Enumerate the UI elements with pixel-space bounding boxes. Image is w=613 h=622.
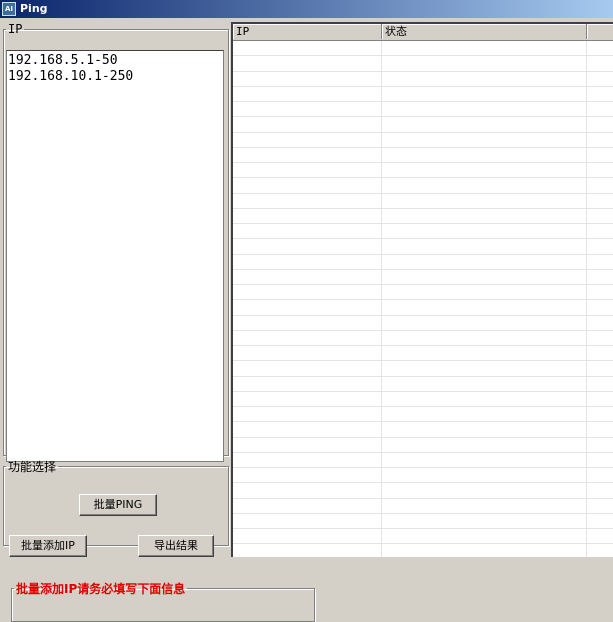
function-group: 功能选择 批量PING 批量添加IP 导出结果 <box>3 458 229 557</box>
table-row[interactable] <box>233 483 613 499</box>
ip-entry: 192.168.10.1-250 <box>8 69 134 84</box>
table-row[interactable] <box>233 376 613 392</box>
ip-list-textarea[interactable]: 192.168.5.1-50 192.168.10.1-250 <box>6 50 224 462</box>
window-title: Ping <box>20 2 48 15</box>
table-row[interactable] <box>233 208 613 224</box>
table-row[interactable] <box>233 254 613 270</box>
table-row[interactable] <box>233 468 613 484</box>
table-header: IP 状态 <box>233 24 613 41</box>
table-row[interactable] <box>233 41 613 57</box>
ip-entry: 192.168.5.1-50 <box>8 53 118 68</box>
batch-add-ip-button[interactable]: 批量添加IP <box>9 535 87 557</box>
table-row[interactable] <box>233 86 613 102</box>
table-row[interactable] <box>233 330 613 346</box>
table-row[interactable] <box>233 407 613 423</box>
table-row[interactable] <box>233 422 613 438</box>
table-row[interactable] <box>233 346 613 362</box>
table-row[interactable] <box>233 147 613 163</box>
table-row[interactable] <box>233 193 613 209</box>
table-row[interactable] <box>233 239 613 255</box>
table-row[interactable] <box>233 437 613 453</box>
batch-add-group: 批量添加IP请务必填写下面信息 <box>11 580 315 622</box>
column-header-extra[interactable] <box>587 24 613 39</box>
table-row[interactable] <box>233 117 613 133</box>
ip-group-legend: IP <box>8 22 23 36</box>
export-results-button[interactable]: 导出结果 <box>138 535 214 557</box>
title-bar[interactable]: AI Ping <box>0 0 613 18</box>
table-row[interactable] <box>233 361 613 377</box>
table-row[interactable] <box>233 56 613 72</box>
table-row[interactable] <box>233 529 613 545</box>
batch-ping-button[interactable]: 批量PING <box>79 494 157 516</box>
column-header-ip[interactable]: IP <box>233 24 382 39</box>
table-row[interactable] <box>233 452 613 468</box>
table-row[interactable] <box>233 285 613 301</box>
column-header-status[interactable]: 状态 <box>382 24 587 39</box>
table-row[interactable] <box>233 269 613 285</box>
table-row[interactable] <box>233 391 613 407</box>
table-row[interactable] <box>233 163 613 179</box>
table-row[interactable] <box>233 224 613 240</box>
function-group-legend: 功能选择 <box>8 460 57 474</box>
table-row[interactable] <box>233 544 613 557</box>
table-row[interactable] <box>233 315 613 331</box>
app-icon: AI <box>2 2 16 16</box>
table-row[interactable] <box>233 102 613 118</box>
table-row[interactable] <box>233 513 613 529</box>
results-table[interactable]: IP 状态 <box>231 22 613 557</box>
table-row[interactable] <box>233 132 613 148</box>
ip-group: IP 192.168.5.1-50 192.168.10.1-250 <box>3 22 229 462</box>
batch-add-warning: 批量添加IP请务必填写下面信息 <box>16 582 186 596</box>
table-body <box>233 41 613 557</box>
table-row[interactable] <box>233 178 613 194</box>
table-row[interactable] <box>233 71 613 87</box>
table-row[interactable] <box>233 498 613 514</box>
table-row[interactable] <box>233 300 613 316</box>
